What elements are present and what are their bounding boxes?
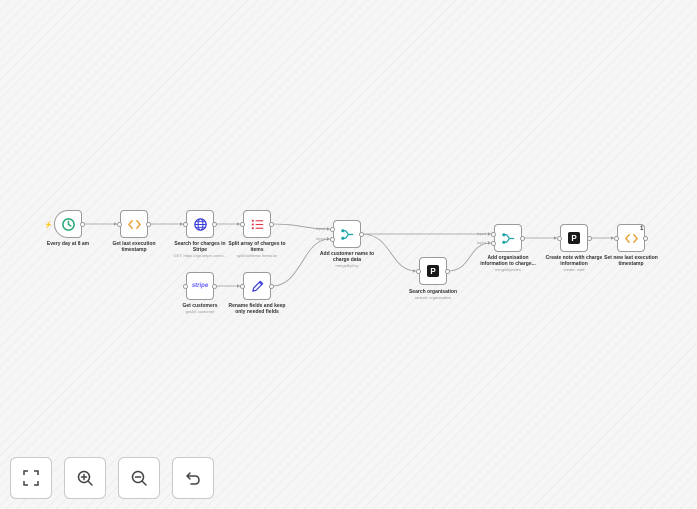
execution-count-badge: 1 — [640, 226, 644, 232]
input-handle[interactable] — [614, 236, 619, 241]
output-handle[interactable] — [269, 222, 274, 227]
input-label: Input 1 — [316, 226, 329, 231]
zoom-out-button[interactable] — [118, 457, 160, 499]
node-label: Create note with charge information — [545, 255, 603, 267]
node-merge-organisation[interactable] — [494, 224, 522, 252]
zoom-in-icon — [77, 470, 93, 486]
input-handle[interactable] — [240, 284, 245, 289]
node-subtitle: mergeByKey — [335, 263, 359, 268]
input-label: Input 1 — [477, 231, 490, 236]
input-label: Input 2 — [316, 236, 329, 241]
node-subtitle: getAll: customer — [185, 309, 215, 314]
node-label: Get last execution timestamp — [112, 241, 156, 253]
input-handle[interactable] — [491, 241, 496, 246]
pencil-icon — [251, 280, 263, 292]
code-icon — [127, 219, 141, 229]
node-schedule-trigger[interactable] — [54, 210, 82, 238]
workflow-canvas[interactable]: ⚡ Every day at 8 am Get last execution t… — [0, 0, 697, 509]
input-handle[interactable] — [557, 236, 562, 241]
node-subtitle: create: note — [563, 267, 585, 272]
output-handle[interactable] — [212, 284, 217, 289]
pipedrive-logo: P — [427, 265, 439, 277]
zoom-out-icon — [131, 470, 147, 486]
input-label: Input 2 — [477, 240, 490, 245]
node-label: Every day at 8 am — [46, 241, 90, 247]
output-handle[interactable] — [269, 284, 274, 289]
fit-view-button[interactable] — [10, 457, 52, 499]
node-create-note[interactable]: P — [560, 224, 588, 252]
globe-icon — [193, 217, 207, 231]
code-icon — [624, 233, 638, 243]
output-handle[interactable] — [643, 236, 648, 241]
input-handle[interactable] — [183, 284, 188, 289]
node-search-organisation[interactable]: P — [419, 257, 447, 285]
node-subtitle: search: organization — [414, 295, 452, 300]
node-label: Add customer name to charge data — [319, 251, 375, 263]
node-get-last-execution[interactable] — [120, 210, 148, 238]
node-label: Rename fields and keep only needed field… — [228, 303, 286, 315]
node-split-charges[interactable] — [243, 210, 271, 238]
node-label: Set new last execution timestamp — [604, 255, 658, 267]
node-subtitle: mergeByIndex — [495, 267, 521, 272]
output-handle[interactable] — [587, 236, 592, 241]
input-handle[interactable] — [330, 227, 335, 232]
zoom-in-button[interactable] — [64, 457, 106, 499]
list-icon — [251, 219, 263, 229]
output-handle[interactable] — [445, 269, 450, 274]
output-handle[interactable] — [80, 222, 85, 227]
trigger-bolt-icon: ⚡ — [44, 222, 53, 229]
input-handle[interactable] — [117, 222, 122, 227]
node-label: Add organisation information to charge..… — [480, 255, 536, 267]
input-handle[interactable] — [183, 222, 188, 227]
undo-icon — [186, 472, 200, 485]
pipedrive-logo: P — [568, 232, 580, 244]
clock-icon — [61, 217, 75, 231]
output-handle[interactable] — [146, 222, 151, 227]
reset-zoom-button[interactable] — [172, 457, 214, 499]
input-handle[interactable] — [330, 237, 335, 242]
node-subtitle: GET: https://api.stripe.com/v... — [173, 253, 227, 258]
node-search-charges[interactable] — [186, 210, 214, 238]
input-handle[interactable] — [416, 269, 421, 274]
node-merge-customer[interactable] — [333, 220, 361, 248]
node-label: Search for charges in Stripe — [174, 241, 226, 253]
fit-view-icon — [23, 470, 39, 486]
merge-icon — [501, 232, 514, 244]
node-subtitle: splitOutItems: items.ke — [236, 253, 278, 258]
node-get-customers[interactable]: stripe — [186, 272, 214, 300]
node-rename-fields[interactable] — [243, 272, 271, 300]
output-handle[interactable] — [212, 222, 217, 227]
input-handle[interactable] — [491, 232, 496, 237]
node-label: Split array of charges to items — [228, 241, 286, 253]
input-handle[interactable] — [240, 222, 245, 227]
merge-icon — [340, 228, 353, 240]
output-handle[interactable] — [520, 236, 525, 241]
output-handle[interactable] — [359, 232, 364, 237]
stripe-logo: stripe — [191, 283, 209, 289]
